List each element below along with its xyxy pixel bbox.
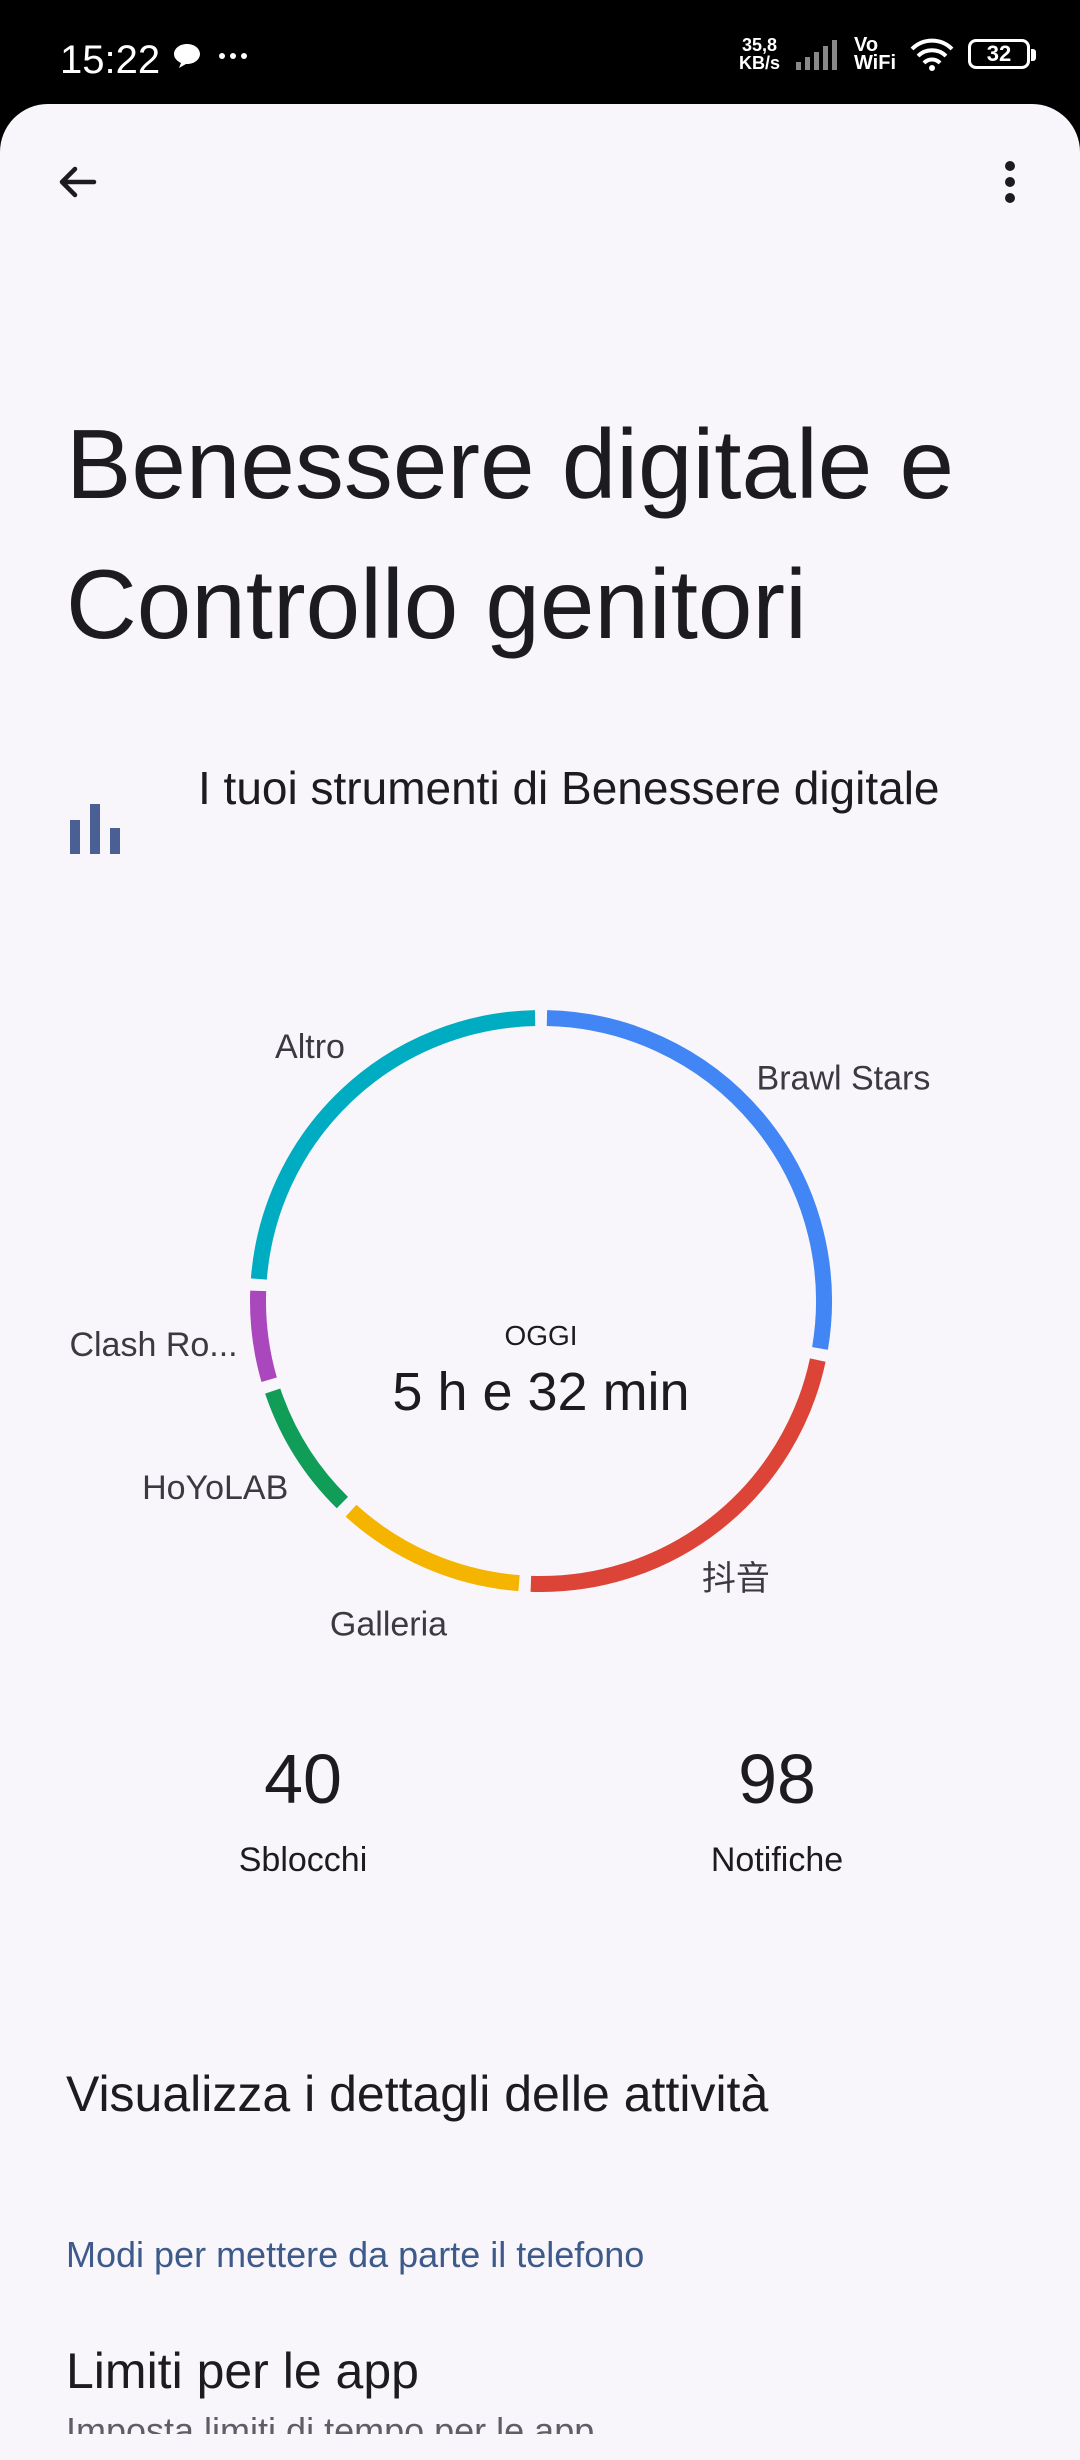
home-button[interactable]: [490, 2452, 590, 2460]
network-speed: 35,8 KB/s: [738, 35, 780, 73]
vowifi-indicator: Vo WiFi: [853, 34, 896, 74]
status-bar: 15:22 35,8 KB/s Vo WiFi 32: [0, 0, 1080, 104]
chart-label-4: Clash Ro...: [69, 1326, 237, 1364]
unlocks-value: 40: [264, 1740, 342, 1818]
more-vert-icon: [1005, 161, 1015, 203]
notifications-label: Notifiche: [710, 1841, 844, 1879]
chart-label-5: Altro: [275, 1028, 345, 1066]
unlocks-stat: 40 Sblocchi: [123, 1734, 483, 1884]
more-options-button[interactable]: [974, 146, 1046, 218]
notifications-stat: 98 Notifiche: [597, 1734, 957, 1884]
nav-back-button[interactable]: [722, 2452, 822, 2460]
chart-center-caption: OGGI: [504, 1320, 577, 1351]
chart-segment-4[interactable]: [250, 1290, 277, 1382]
chat-bubble-icon: [174, 44, 200, 68]
chart-label-0: Brawl Stars: [757, 1059, 931, 1097]
signal-icon: [795, 40, 837, 70]
status-time: 15:22: [60, 38, 161, 82]
status-left-icons: [172, 42, 248, 70]
page-title: Benessere digitale e Controllo genitori: [66, 409, 955, 659]
wifi-icon: [910, 38, 954, 71]
usage-stats: 40 Sblocchi 98 Notifiche: [0, 1734, 1080, 1914]
wellbeing-tools-label: I tuoi strumenti di Benessere digitale: [198, 762, 940, 814]
arrow-back-icon: [59, 166, 97, 198]
status-right-icons: 35,8 KB/s Vo WiFi 32: [738, 34, 1036, 74]
activity-details-link[interactable]: Visualizza i dettagli delle attività: [66, 2059, 768, 2129]
chart-segment-2[interactable]: [345, 1504, 520, 1592]
notifications-value: 98: [738, 1740, 816, 1818]
wellbeing-tools-row[interactable]: I tuoi strumenti di Benessere digitale: [66, 754, 1026, 894]
navigation-bar: [0, 2434, 1080, 2460]
app-limits-title: Limiti per le app: [66, 2343, 419, 2399]
recents-button[interactable]: [255, 2452, 355, 2460]
chart-label-3: HoYoLAB: [142, 1469, 288, 1507]
unlocks-label: Sblocchi: [238, 1841, 368, 1879]
battery-indicator: 32: [968, 39, 1036, 69]
bar-chart-icon: [70, 804, 120, 854]
usage-donut-chart[interactable]: OGGI 5 h e 32 min Brawl Stars 抖音 Galleria H…: [0, 974, 1080, 1734]
chart-label-1: 抖音: [702, 1560, 770, 1598]
chart-label-2: Galleria: [330, 1605, 447, 1643]
section-header-disconnect: Modi per mettere da parte il telefono: [66, 2234, 645, 2275]
chart-center-value: 5 h e 32 min: [392, 1362, 689, 1422]
settings-sheet: Benessere digitale e Controllo genitori …: [0, 104, 1080, 2460]
more-notifications-icon: [219, 53, 247, 59]
back-button[interactable]: [42, 146, 114, 218]
